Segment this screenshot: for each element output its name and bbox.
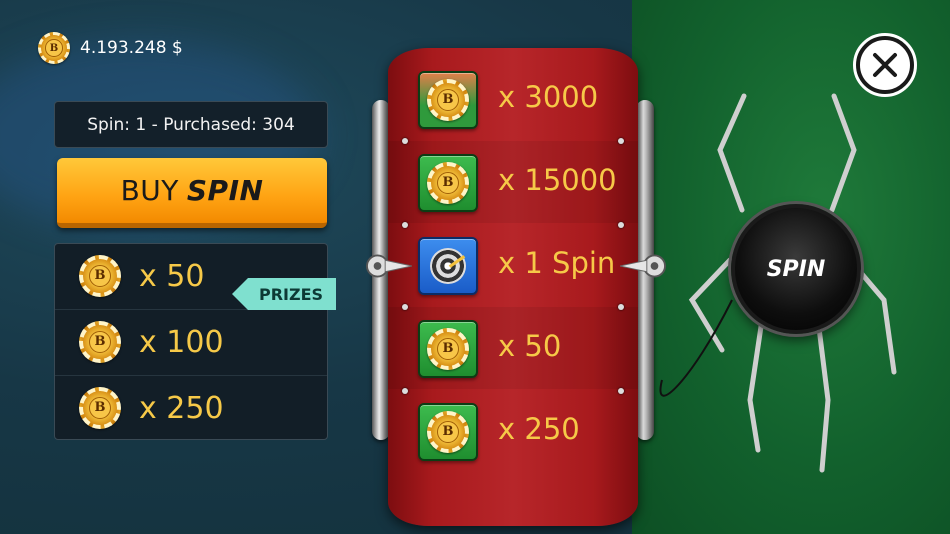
close-button[interactable] xyxy=(853,33,917,97)
bolt xyxy=(618,304,624,310)
spin-button[interactable]: SPIN xyxy=(731,204,861,334)
prizes-panel: B x 50 B x 100 B x 250 xyxy=(54,243,328,440)
wheel-slot-selected: x 1 Spin xyxy=(388,224,638,306)
coin-icon: B xyxy=(38,32,70,64)
prize-item: B x 100 xyxy=(79,321,224,363)
bolt xyxy=(402,388,408,394)
wheel-slot: B x 15000 xyxy=(388,141,638,223)
tile: B xyxy=(418,154,478,212)
slot-label: x 15000 xyxy=(498,163,617,197)
tile xyxy=(418,237,478,295)
coin-icon: B xyxy=(79,387,121,429)
buy-spin-button[interactable]: BUY SPIN xyxy=(57,158,327,228)
wheel-slot: B x 3000 xyxy=(388,58,638,140)
prize-amount: x 250 xyxy=(139,390,224,426)
bolt xyxy=(618,222,624,228)
bolt xyxy=(402,138,408,144)
divider xyxy=(55,375,327,376)
balance-amount: 4.193.248 $ xyxy=(80,38,183,58)
coin-icon: B xyxy=(79,255,121,297)
prize-item: B x 250 xyxy=(79,387,224,429)
target-icon xyxy=(430,248,466,284)
coin-icon: B xyxy=(79,321,121,363)
prize-amount: x 100 xyxy=(139,324,224,360)
prize-wheel: B x 3000 B x 15000 x 1 Spin B x 50 B x 2… xyxy=(388,48,638,526)
prizes-tag: PRIZES xyxy=(232,278,336,310)
slot-label: x 50 xyxy=(498,329,562,363)
slot-label: x 3000 xyxy=(498,80,599,114)
buy-label: BUY xyxy=(120,174,179,207)
slot-label: x 250 xyxy=(498,412,580,446)
slot-label: x 1 Spin xyxy=(498,246,616,280)
wheel-slot: B x 250 xyxy=(388,390,638,472)
close-icon xyxy=(873,53,897,77)
balance-display: B 4.193.248 $ xyxy=(38,32,183,64)
tile: B xyxy=(418,71,478,129)
coin-icon: B xyxy=(427,328,469,370)
prize-amount: x 50 xyxy=(139,258,205,294)
bolt xyxy=(402,304,408,310)
wheel-slot: B x 50 xyxy=(388,307,638,389)
bolt xyxy=(618,388,624,394)
tile: B xyxy=(418,403,478,461)
coin-icon: B xyxy=(427,79,469,121)
spin-label: SPIN xyxy=(186,174,264,207)
coin-icon: B xyxy=(427,411,469,453)
bolt xyxy=(618,138,624,144)
prize-item: B x 50 xyxy=(79,255,204,297)
spin-count-info: Spin: 1 - Purchased: 304 xyxy=(54,101,328,148)
coin-icon: B xyxy=(427,162,469,204)
bolt xyxy=(402,222,408,228)
tile: B xyxy=(418,320,478,378)
left-pointer-icon xyxy=(366,254,412,278)
